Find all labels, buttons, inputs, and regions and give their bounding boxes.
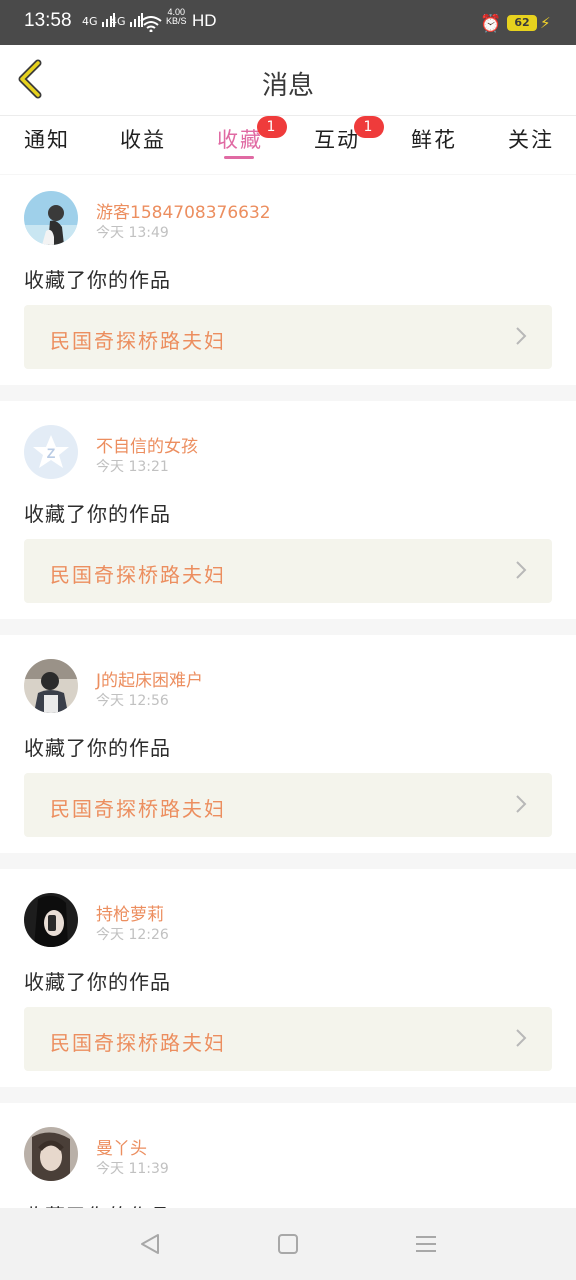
list-item[interactable]: 游客1584708376632 今天 13:49 收藏了你的作品 民国奇探桥路夫…	[0, 175, 576, 385]
chevron-right-icon	[516, 795, 527, 813]
work-title: 民国奇探桥路夫妇	[50, 797, 226, 821]
username-link[interactable]: 游客1584708376632	[96, 198, 271, 223]
tab-label: 收藏	[217, 128, 263, 152]
username-link[interactable]: J的起床困难户	[96, 666, 203, 691]
list-item[interactable]: 持枪萝莉 今天 12:26 收藏了你的作品 民国奇探桥路夫妇	[0, 869, 576, 1087]
system-nav-bar	[0, 1208, 576, 1280]
active-tab-indicator	[224, 156, 254, 159]
activity-text: 收藏了你的作品	[24, 268, 171, 292]
tab-following[interactable]: 关注	[508, 124, 554, 154]
charging-icon: ⚡	[540, 14, 551, 32]
tab-label: 互动	[314, 128, 360, 152]
list-item[interactable]: 曼丫头 今天 11:39 收藏了你的作品	[0, 1103, 576, 1213]
list-item[interactable]: Z 不自信的女孩 今天 13:21 收藏了你的作品 民国奇探桥路夫妇	[0, 401, 576, 619]
username-link[interactable]: 曼丫头	[96, 1134, 147, 1159]
work-title: 民国奇探桥路夫妇	[50, 329, 226, 353]
timestamp: 今天 12:56	[96, 693, 169, 709]
work-link[interactable]: 民国奇探桥路夫妇	[24, 1007, 552, 1071]
alarm-icon: ⏰	[480, 14, 502, 34]
unread-badge: 1	[257, 116, 287, 138]
username-link[interactable]: 持枪萝莉	[96, 900, 164, 925]
hd-indicator: HD	[192, 11, 217, 30]
page-title: 消息	[261, 71, 314, 101]
square-home-icon[interactable]	[276, 1232, 300, 1256]
work-title: 民国奇探桥路夫妇	[50, 563, 226, 587]
avatar[interactable]: Z	[24, 425, 78, 479]
tab-notifications[interactable]: 通知	[24, 124, 70, 154]
chevron-right-icon	[516, 327, 527, 345]
avatar[interactable]	[24, 191, 78, 245]
avatar[interactable]	[24, 1127, 78, 1181]
avatar[interactable]	[24, 893, 78, 947]
work-link[interactable]: 民国奇探桥路夫妇	[24, 539, 552, 603]
tab-bar: 通知 收益 收藏 1 互动 1 鲜花 关注	[0, 116, 576, 174]
svg-text:Z: Z	[47, 445, 56, 461]
chevron-right-icon	[516, 1029, 527, 1047]
work-link[interactable]: 民国奇探桥路夫妇	[24, 305, 552, 369]
unread-badge: 1	[354, 116, 384, 138]
timestamp: 今天 11:39	[96, 1161, 169, 1177]
tab-interactions[interactable]: 互动 1	[314, 116, 384, 154]
activity-text: 收藏了你的作品	[24, 502, 171, 526]
work-title: 民国奇探桥路夫妇	[50, 1031, 226, 1055]
wifi-icon	[140, 16, 162, 32]
activity-text: 收藏了你的作品	[24, 970, 171, 994]
status-bar: 13:58 4G 4G 4.00 KB/S HD ⏰ 62 ⚡	[0, 0, 576, 45]
triangle-back-icon[interactable]	[138, 1232, 162, 1256]
tab-favorites[interactable]: 收藏 1	[217, 116, 287, 154]
header-bar: 消息	[0, 45, 576, 116]
tab-flowers[interactable]: 鲜花	[411, 124, 457, 154]
tab-earnings[interactable]: 收益	[120, 124, 166, 154]
timestamp: 今天 13:49	[96, 225, 169, 241]
net-speed: 4.00 KB/S	[166, 7, 187, 26]
battery-icon: 62	[507, 15, 537, 31]
username-link[interactable]: 不自信的女孩	[96, 432, 198, 457]
signal-4g-icon: 4G	[110, 13, 144, 28]
menu-lines-icon[interactable]	[414, 1232, 438, 1256]
status-time: 13:58	[24, 10, 72, 31]
chevron-right-icon	[516, 561, 527, 579]
avatar[interactable]	[24, 659, 78, 713]
work-link[interactable]: 民国奇探桥路夫妇	[24, 773, 552, 837]
timestamp: 今天 12:26	[96, 927, 169, 943]
activity-text: 收藏了你的作品	[24, 736, 171, 760]
timestamp: 今天 13:21	[96, 459, 169, 475]
list-item[interactable]: J的起床困难户 今天 12:56 收藏了你的作品 民国奇探桥路夫妇	[0, 635, 576, 853]
